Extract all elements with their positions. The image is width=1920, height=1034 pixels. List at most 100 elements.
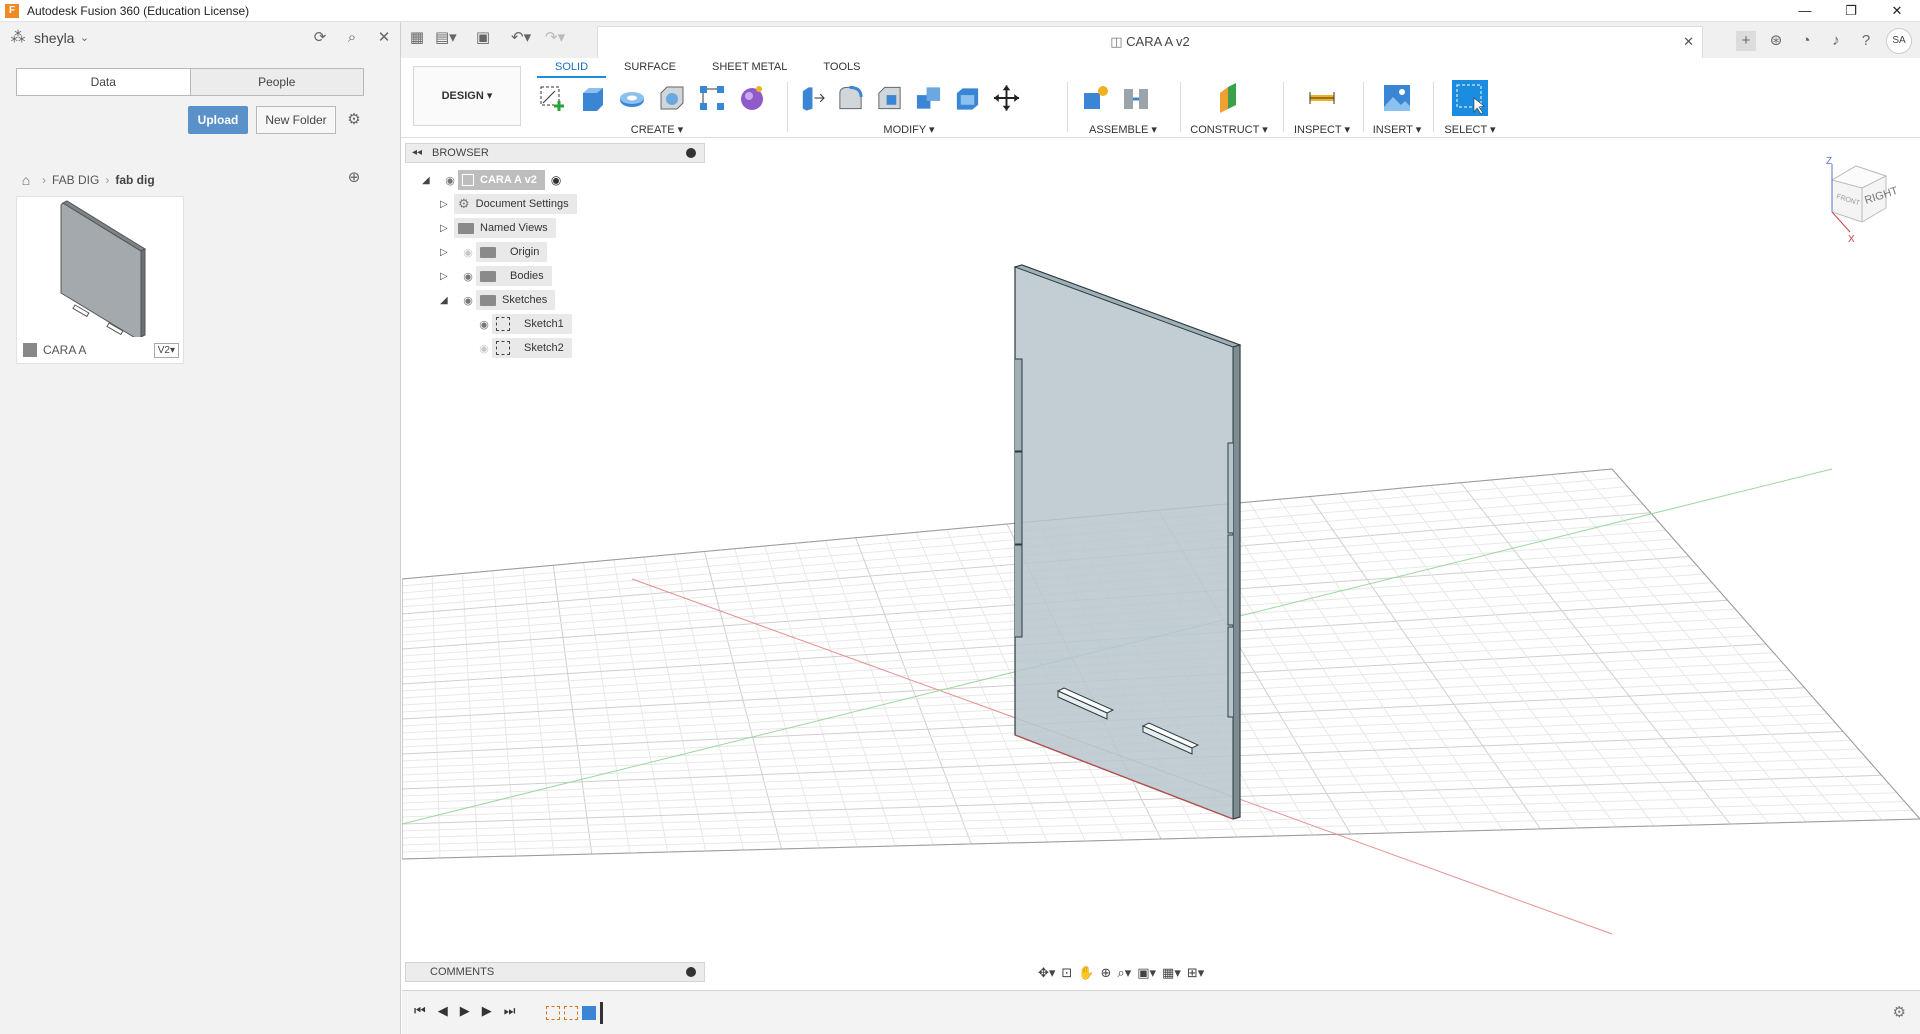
insert-menu[interactable]: INSERT ▾ [1367,123,1427,136]
construct-menu[interactable]: CONSTRUCT ▾ [1181,123,1277,136]
file-menu-icon[interactable]: ▤▾ [435,28,457,48]
tab-solid[interactable]: SOLID [537,58,607,78]
select-menu[interactable]: SELECT ▾ [1437,123,1503,136]
home-icon[interactable]: ⌂ [16,170,36,190]
notifications-icon[interactable]: ♪ [1826,31,1846,51]
timeline-settings-icon[interactable]: ⚙ [1893,1003,1906,1021]
grid-settings-icon[interactable]: ▦▾ [1162,965,1181,981]
go-to-start-icon[interactable]: ⏮ [414,1003,426,1019]
redo-icon[interactable]: ↷▾ [545,28,565,48]
timeline-extrude-icon[interactable] [582,1006,596,1020]
chevron-down-icon[interactable]: ⌄ [74,28,94,48]
joint-icon[interactable] [1121,83,1151,113]
go-to-end-icon[interactable]: ⏭ [504,1003,516,1019]
look-at-icon[interactable]: ⊡ [1061,965,1072,981]
zoom-icon[interactable]: ⊕ [1101,965,1112,981]
tree-root-node[interactable]: CARA A v2 [458,170,545,190]
new-tab-icon[interactable]: + [1736,31,1756,51]
tab-sheet-metal[interactable]: SHEET METAL [694,58,805,78]
assemble-menu[interactable]: ASSEMBLE ▾ [1073,123,1173,136]
select-icon[interactable] [1452,80,1488,116]
app-grid-icon[interactable]: ▦ [407,28,427,48]
activate-radio-icon[interactable]: ◉ [551,173,561,187]
team-hub-icon[interactable]: ⁂ [8,28,28,48]
tab-tools[interactable]: TOOLS [805,58,878,78]
timeline-marker[interactable] [600,1002,603,1024]
expand-triangle-icon[interactable]: ▷ [440,247,452,258]
workspace-switcher[interactable]: DESIGN ▾ [413,66,521,126]
step-forward-icon[interactable]: ▶ [482,1003,492,1019]
collapse-panel-icon[interactable]: ◂◂ [412,144,422,162]
part-body[interactable] [1013,264,1242,820]
step-back-icon[interactable]: ◀ [438,1003,448,1019]
minimize-browser-icon[interactable] [686,148,696,158]
create-sketch-icon[interactable] [537,83,567,113]
visibility-eye-icon[interactable]: ◉ [460,294,476,307]
visibility-eye-icon[interactable]: ◉ [460,270,476,283]
hidden-eye-icon[interactable]: ◉ [460,246,476,259]
visibility-eye-icon[interactable]: ◉ [442,174,458,187]
insert-image-icon[interactable] [1382,83,1412,113]
new-folder-button[interactable]: New Folder [256,106,336,134]
shell-icon[interactable] [953,83,982,113]
new-component-icon[interactable] [1081,83,1111,113]
gear-icon[interactable]: ⚙ [344,110,364,130]
tree-item-sketches[interactable]: ◢ ◉ Sketches [440,290,556,310]
expand-triangle-icon[interactable]: ▷ [440,199,452,210]
help-icon[interactable]: ? [1856,31,1876,51]
offset-plane-icon[interactable] [1214,83,1244,113]
job-status-icon[interactable]: ◔ [1796,31,1816,51]
hole-icon[interactable] [657,83,687,113]
tree-item-document-settings[interactable]: ▷ ⚙ Document Settings [440,194,577,214]
undo-icon[interactable]: ↶▾ [511,28,531,48]
collapse-triangle-icon[interactable]: ◢ [440,295,452,306]
save-icon[interactable]: ▣ [473,28,493,48]
extrude-icon[interactable] [577,83,607,113]
tree-root[interactable]: ◢ ◉ CARA A v2 ◉ [422,170,561,190]
orbit-icon[interactable]: ✥▾ [1038,965,1055,981]
comments-panel[interactable]: COMMENTS [405,962,705,982]
tree-item-origin[interactable]: ▷ ◉ Origin [440,242,548,262]
minimize-button[interactable]: — [1782,0,1828,22]
timeline-sketch-icon[interactable] [546,1006,560,1020]
create-form-icon[interactable] [737,83,767,113]
3d-viewport[interactable] [402,139,1920,990]
tree-item-bodies[interactable]: ▷ ◉ Bodies [440,266,552,286]
inspect-menu[interactable]: INSPECT ▾ [1287,123,1357,136]
measure-icon[interactable] [1307,83,1337,113]
view-cube[interactable]: RIGHT FRONT Z X [1810,150,1910,250]
user-avatar[interactable]: SA [1886,28,1912,54]
user-name[interactable]: sheyla [34,30,74,46]
close-window-button[interactable]: ✕ [1874,0,1920,22]
expand-triangle-icon[interactable]: ▷ [440,271,452,282]
fit-icon[interactable]: ⌕▾ [1117,965,1131,981]
tree-item-sketch1[interactable]: ◉ Sketch1 [476,314,572,334]
play-icon[interactable]: ▶ [460,1003,470,1019]
tab-surface[interactable]: SURFACE [606,58,694,78]
tab-people[interactable]: People [189,69,363,95]
globe-icon[interactable]: ⊕ [344,168,364,188]
close-panel-icon[interactable]: ✕ [374,28,394,48]
chamfer-icon[interactable] [875,83,904,113]
press-pull-icon[interactable] [797,83,826,113]
visibility-eye-icon[interactable]: ◉ [476,318,492,331]
breadcrumb-item-project[interactable]: FAB DIG [52,173,99,187]
expand-triangle-icon[interactable]: ▷ [440,223,452,234]
document-tab[interactable]: ◫ CARA A v2 ✕ [597,26,1703,58]
tab-data[interactable]: Data [17,69,190,95]
tree-item-sketch2[interactable]: ◉ Sketch2 [476,338,572,358]
refresh-icon[interactable]: ⟳ [310,28,330,48]
add-comment-icon[interactable] [686,967,696,977]
create-menu[interactable]: CREATE ▾ [537,123,777,136]
modify-menu[interactable]: MODIFY ▾ [797,123,1021,136]
timeline-sketch-icon[interactable] [564,1006,578,1020]
pan-icon[interactable]: ✋ [1078,965,1094,981]
display-settings-icon[interactable]: ▣▾ [1137,965,1156,981]
canvas-scene[interactable] [402,139,1920,990]
search-icon[interactable]: ⌕ [342,28,362,48]
file-card[interactable]: CARA A V2▾ [16,196,184,364]
hidden-eye-icon[interactable]: ◉ [476,342,492,355]
version-dropdown[interactable]: V2▾ [153,343,179,358]
revolve-icon[interactable] [617,83,647,113]
fillet-icon[interactable] [836,83,865,113]
